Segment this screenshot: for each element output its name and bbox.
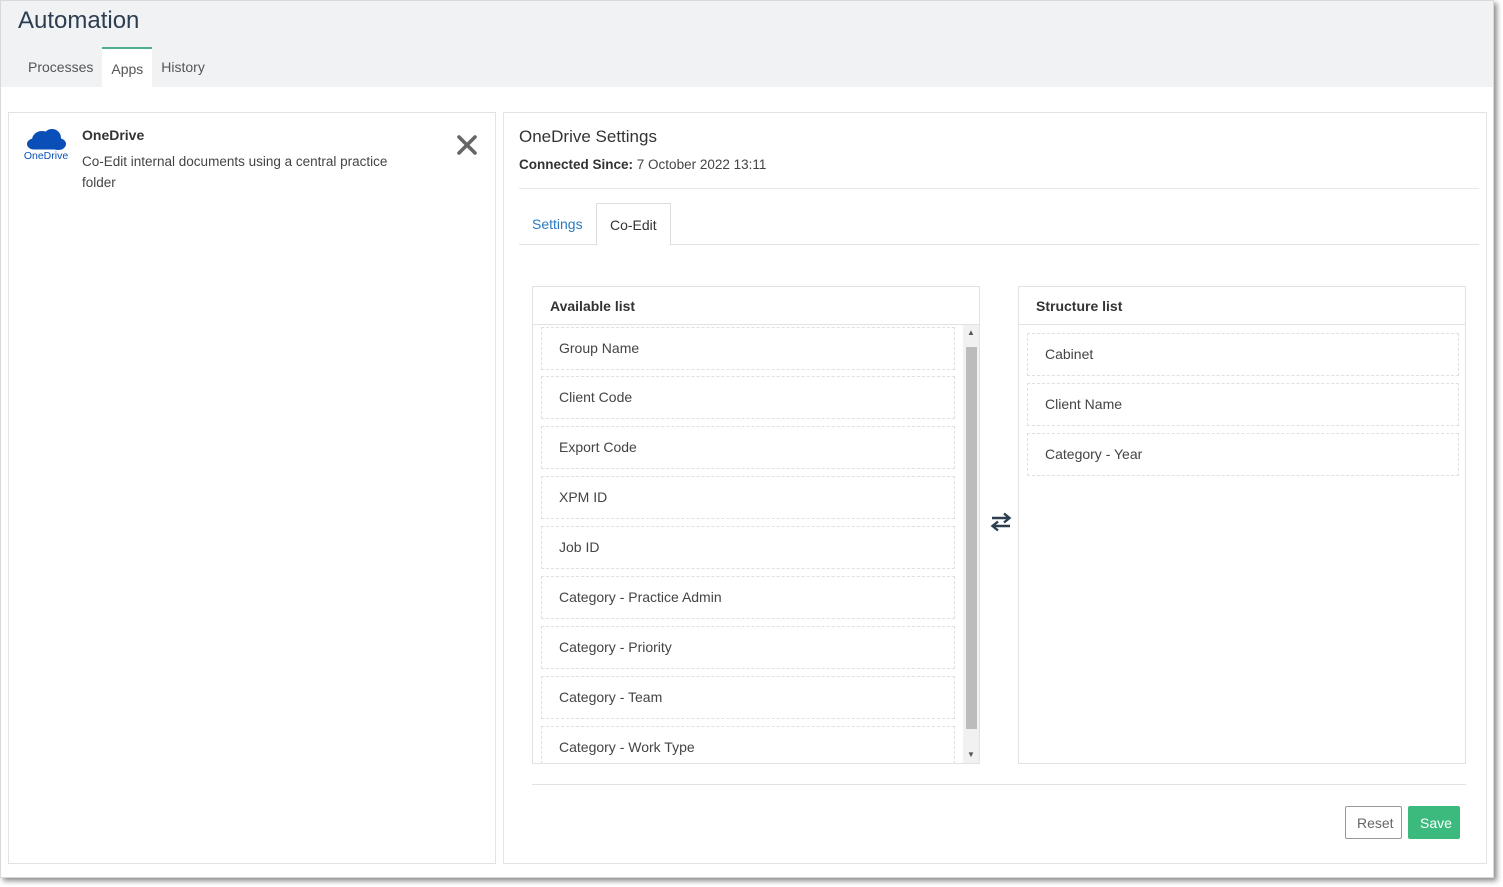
reset-button[interactable]: Reset bbox=[1345, 806, 1402, 839]
scroll-up-arrow-icon[interactable]: ▲ bbox=[963, 325, 979, 341]
tab-apps[interactable]: Apps bbox=[102, 47, 153, 87]
app-list-panel: OneDrive OneDrive Co-Edit internal docum… bbox=[8, 112, 496, 864]
settings-title: OneDrive Settings bbox=[519, 127, 657, 146]
tab-history[interactable]: History bbox=[152, 47, 214, 87]
divider bbox=[519, 188, 1479, 189]
list-item[interactable]: XPM ID bbox=[541, 476, 955, 519]
app-name: OneDrive bbox=[82, 127, 145, 143]
list-item[interactable]: Group Name bbox=[541, 327, 955, 370]
scroll-thumb[interactable] bbox=[966, 347, 977, 729]
scroll-down-arrow-icon[interactable]: ▼ bbox=[963, 747, 979, 763]
connected-since-label: Connected Since: bbox=[519, 157, 634, 172]
list-item[interactable]: Category - Work Type bbox=[541, 726, 955, 763]
available-list-header: Available list bbox=[533, 287, 979, 325]
structure-list-header: Structure list bbox=[1019, 287, 1465, 325]
app-description: Co-Edit internal documents using a centr… bbox=[82, 154, 388, 190]
list-item[interactable]: Cabinet bbox=[1027, 333, 1459, 376]
list-item[interactable]: Job ID bbox=[541, 526, 955, 569]
settings-tabs: Settings Co-Edit bbox=[519, 203, 1479, 246]
available-list-scrollbar[interactable]: ▲ ▼ bbox=[963, 325, 979, 763]
available-list: Available list Group Name Client Code Ex… bbox=[532, 286, 980, 764]
settings-panel: OneDrive Settings Connected Since: 7 Oct… bbox=[503, 112, 1487, 864]
connected-since-value: 7 October 2022 13:11 bbox=[636, 157, 767, 172]
available-list-body[interactable]: Group Name Client Code Export Code XPM I… bbox=[533, 325, 979, 763]
disconnect-button[interactable] bbox=[455, 133, 479, 157]
close-x-icon bbox=[457, 135, 477, 155]
tab-settings[interactable]: Settings bbox=[519, 203, 596, 245]
list-item[interactable]: Category - Year bbox=[1027, 433, 1459, 476]
save-button[interactable]: Save bbox=[1408, 806, 1460, 839]
onedrive-cloud-icon bbox=[27, 129, 66, 150]
top-bar: Automation Processes Apps History bbox=[1, 1, 1493, 87]
connected-since: Connected Since: 7 October 2022 13:11 bbox=[519, 157, 766, 172]
list-item[interactable]: Client Code bbox=[541, 376, 955, 419]
structure-list-body[interactable]: Cabinet Client Name Category - Year bbox=[1019, 325, 1465, 763]
onedrive-logo: OneDrive bbox=[22, 126, 70, 166]
list-item[interactable]: Client Name bbox=[1027, 383, 1459, 426]
structure-list: Structure list Cabinet Client Name Categ… bbox=[1018, 286, 1466, 764]
list-item[interactable]: Export Code bbox=[541, 426, 955, 469]
swap-arrows-icon[interactable] bbox=[990, 511, 1012, 533]
list-item[interactable]: Category - Team bbox=[541, 676, 955, 719]
list-item[interactable]: Category - Practice Admin bbox=[541, 576, 955, 619]
main-tabs: Processes Apps History bbox=[19, 47, 214, 87]
onedrive-logo-text: OneDrive bbox=[23, 150, 69, 162]
list-item[interactable]: Category - Priority bbox=[541, 626, 955, 669]
divider bbox=[532, 784, 1466, 785]
app-window: Automation Processes Apps History OneDri… bbox=[0, 0, 1494, 878]
page-title: Automation bbox=[18, 7, 140, 34]
tab-co-edit[interactable]: Co-Edit bbox=[596, 203, 671, 246]
tab-processes[interactable]: Processes bbox=[19, 47, 102, 87]
